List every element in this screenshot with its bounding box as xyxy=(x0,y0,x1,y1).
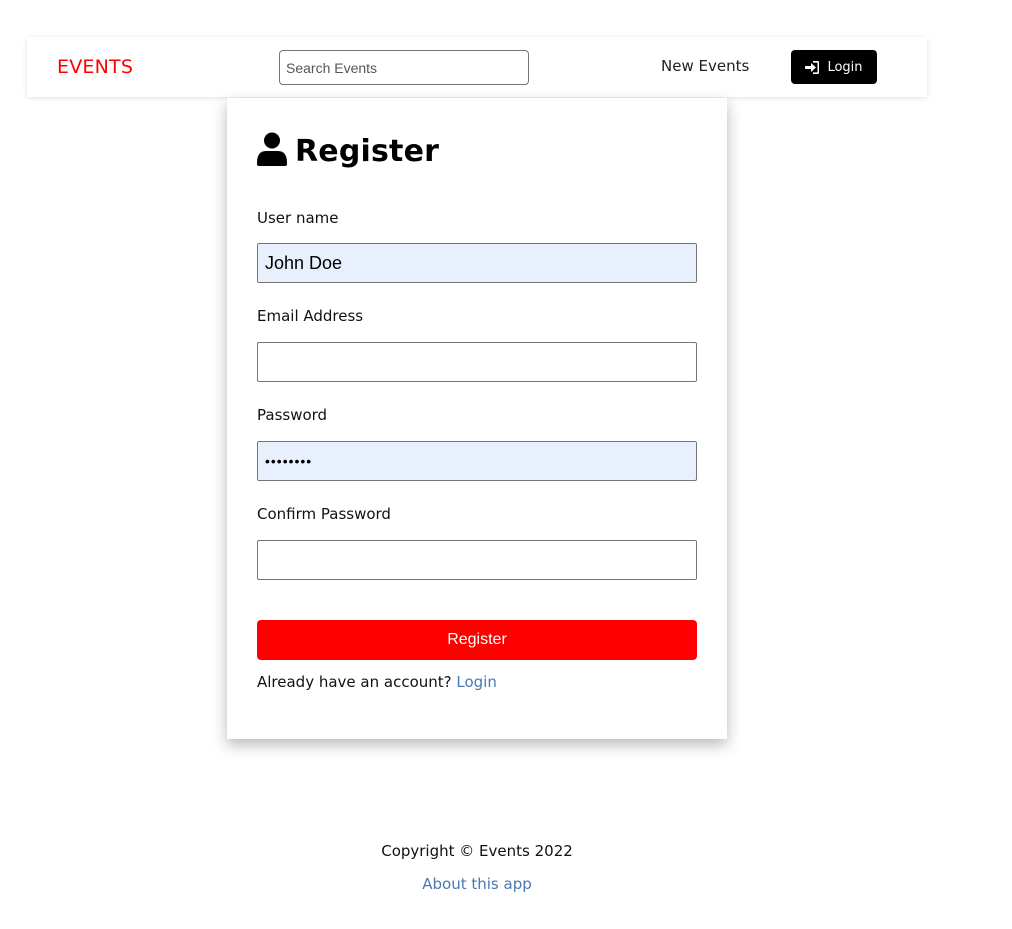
login-prompt-text: Already have an account? xyxy=(257,673,452,691)
register-header: Register xyxy=(257,132,439,170)
about-link[interactable]: About this app xyxy=(422,875,532,893)
brand-logo[interactable]: EVENTS xyxy=(57,56,133,78)
email-label: Email Address xyxy=(257,307,364,325)
confirm-password-label: Confirm Password xyxy=(257,505,391,523)
page-title: Register xyxy=(295,133,440,169)
register-card: Register User name Email Address Passwor… xyxy=(227,98,727,739)
confirm-password-field[interactable] xyxy=(257,540,697,580)
footer-about: About this app xyxy=(0,875,954,893)
login-button-label: Login xyxy=(827,59,863,75)
username-field[interactable] xyxy=(257,243,697,283)
password-field[interactable] xyxy=(257,441,697,481)
password-label: Password xyxy=(257,406,328,424)
page: EVENTS New Events Login Register Use xyxy=(0,0,1012,929)
login-button[interactable]: Login xyxy=(791,50,877,84)
search-input[interactable] xyxy=(279,50,529,85)
login-link[interactable]: Login xyxy=(456,673,496,691)
username-label: User name xyxy=(257,209,339,227)
user-icon xyxy=(257,132,287,170)
register-button[interactable]: Register xyxy=(257,620,697,660)
footer-copyright: Copyright © Events 2022 xyxy=(381,842,573,860)
email-field[interactable] xyxy=(257,342,697,382)
nav-new-events[interactable]: New Events xyxy=(661,57,749,75)
login-prompt: Already have an account? Login xyxy=(257,673,497,691)
sign-in-icon xyxy=(805,60,820,74)
navbar: EVENTS New Events Login xyxy=(27,37,927,97)
